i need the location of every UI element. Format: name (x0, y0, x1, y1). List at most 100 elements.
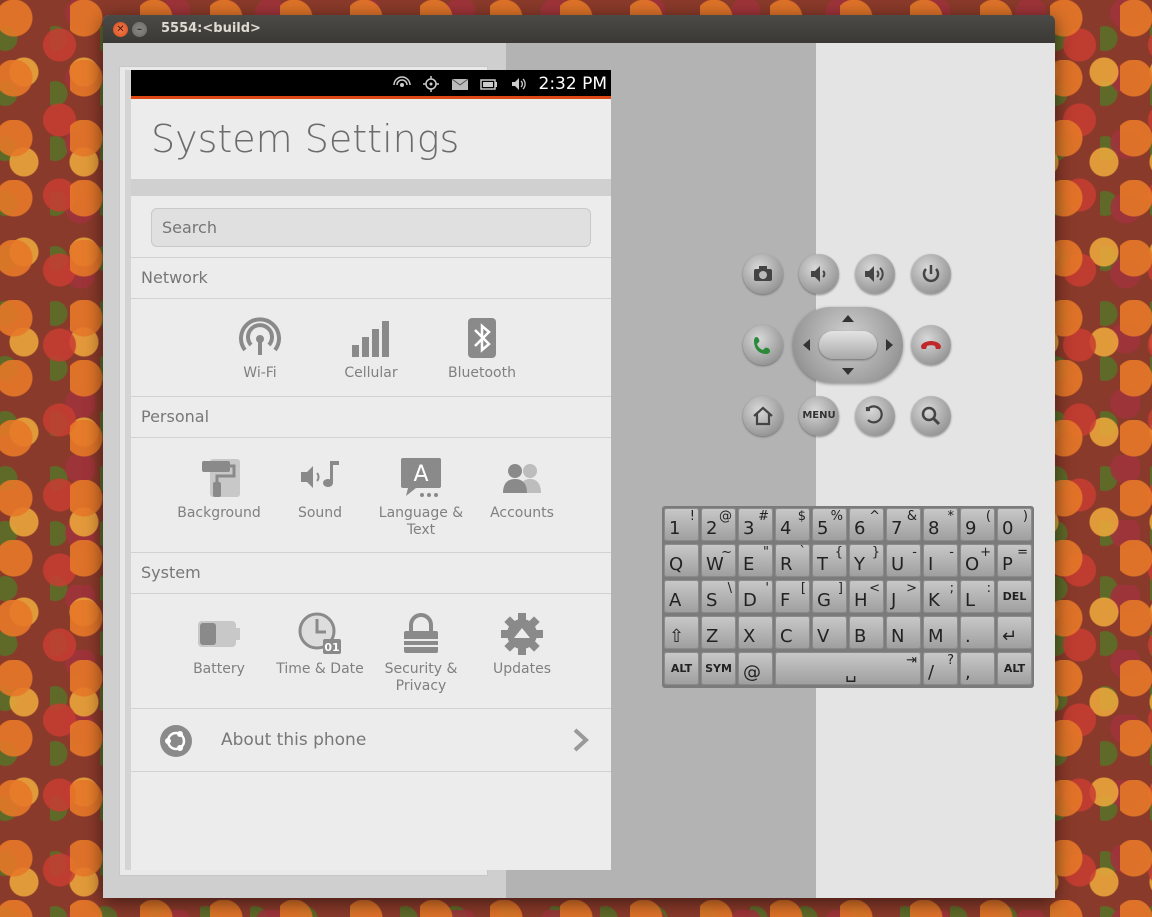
key[interactable]: G] (812, 580, 847, 613)
phone-screen[interactable]: 2:32 PM System Settings Network Wi-Fi Ce… (131, 70, 611, 870)
key[interactable]: K; (923, 580, 958, 613)
key[interactable]: H < (849, 580, 884, 613)
key[interactable]: 3 # (738, 508, 773, 541)
slash-key[interactable]: /? (923, 652, 958, 685)
alt-left-key[interactable]: ALT (664, 652, 699, 685)
call-button[interactable] (743, 325, 783, 365)
volume-down-button[interactable] (799, 254, 839, 294)
dpad-up-icon[interactable] (840, 313, 856, 323)
item-background[interactable]: Background (169, 455, 269, 522)
key[interactable]: 0) (997, 508, 1032, 541)
key[interactable]: Y} (849, 544, 884, 577)
space-key[interactable]: ␣ ⇥ (775, 652, 921, 685)
at-key[interactable]: @ (738, 652, 773, 685)
key[interactable]: T{ (812, 544, 847, 577)
key[interactable]: Z (701, 616, 736, 649)
item-sound[interactable]: Sound (270, 455, 370, 522)
about-this-phone-row[interactable]: About this phone (131, 708, 611, 772)
end-call-button[interactable] (911, 325, 951, 365)
back-button[interactable] (855, 396, 895, 436)
key[interactable]: 1! (664, 508, 699, 541)
search-field[interactable] (151, 208, 591, 247)
item-wifi[interactable]: Wi-Fi (210, 315, 310, 382)
key[interactable]: L: (960, 580, 995, 613)
home-button[interactable] (743, 396, 783, 436)
bluetooth-icon (468, 318, 496, 358)
key[interactable]: I- (923, 544, 958, 577)
key[interactable]: Q (664, 544, 699, 577)
dpad[interactable] (793, 307, 903, 383)
key[interactable]: 6 ^ (849, 508, 884, 541)
sym-key[interactable]: SYM (701, 652, 736, 685)
key[interactable]: V (812, 616, 847, 649)
key-alt-label: ! (689, 509, 695, 524)
key[interactable]: W ~ (701, 544, 736, 577)
key[interactable]: 4 $ (775, 508, 810, 541)
key[interactable]: M (923, 616, 958, 649)
dpad-down-icon[interactable] (840, 367, 856, 377)
key[interactable]: ⇧ (664, 616, 699, 649)
search-input[interactable] (152, 209, 572, 246)
page-header: System Settings (131, 99, 611, 180)
key[interactable]: ↵ (997, 616, 1032, 649)
key[interactable]: 2 @ (701, 508, 736, 541)
item-updates[interactable]: Updates (472, 611, 572, 678)
key-label: V (817, 626, 830, 647)
key-alt-label: ( (985, 509, 991, 524)
key[interactable]: . (960, 616, 995, 649)
key[interactable]: S \ (701, 580, 736, 613)
about-label: About this phone (221, 730, 367, 750)
menu-button[interactable]: MENU (799, 396, 839, 436)
key-alt-label: " (763, 545, 769, 560)
hotspot-icon (393, 76, 411, 87)
key[interactable]: 9( (960, 508, 995, 541)
key-alt-label: ? (947, 653, 954, 668)
key[interactable]: R ` (775, 544, 810, 577)
item-time-date[interactable]: 01 Time & Date (270, 611, 370, 678)
close-window-button[interactable]: ✕ (113, 22, 128, 37)
minimize-window-button[interactable]: – (132, 22, 147, 37)
key[interactable]: O + (960, 544, 995, 577)
item-label: Background (177, 505, 261, 521)
power-button[interactable] (911, 254, 951, 294)
item-bluetooth[interactable]: Bluetooth (432, 315, 532, 382)
item-cellular[interactable]: Cellular (321, 315, 421, 382)
camera-button[interactable] (743, 254, 783, 294)
key[interactable]: A (664, 580, 699, 613)
item-language[interactable]: A Language & Text (371, 455, 471, 539)
accounts-icon (503, 464, 541, 493)
status-bar[interactable]: 2:32 PM (131, 70, 611, 99)
key-alt-label: ^ (869, 509, 880, 524)
paint-roller-icon (202, 459, 240, 497)
item-label: Time & Date (276, 661, 364, 677)
key[interactable]: D ' (738, 580, 773, 613)
clock: 2:32 PM (538, 74, 608, 94)
key[interactable]: C (775, 616, 810, 649)
key[interactable]: 5% (812, 508, 847, 541)
wifi-icon (239, 317, 281, 355)
key[interactable]: 8 * (923, 508, 958, 541)
key[interactable]: E " (738, 544, 773, 577)
section-network: Network (131, 257, 611, 299)
key-alt-label: < (869, 581, 880, 596)
alt-right-key[interactable]: ALT (997, 652, 1032, 685)
key[interactable]: F[ (775, 580, 810, 613)
dpad-right-icon[interactable] (885, 337, 895, 353)
search-button[interactable] (911, 396, 951, 436)
key[interactable]: P = (997, 544, 1032, 577)
key[interactable]: J > (886, 580, 921, 613)
item-accounts[interactable]: Accounts (472, 455, 572, 522)
volume-up-button[interactable] (855, 254, 895, 294)
item-battery[interactable]: Battery (169, 611, 269, 678)
key[interactable]: 7 & (886, 508, 921, 541)
key-alt-label: # (758, 509, 769, 524)
key[interactable]: N (886, 616, 921, 649)
key[interactable]: DEL (997, 580, 1032, 613)
comma-key[interactable]: , (960, 652, 995, 685)
dpad-center-button[interactable] (819, 331, 877, 359)
key[interactable]: X (738, 616, 773, 649)
key[interactable]: B (849, 616, 884, 649)
dpad-left-icon[interactable] (801, 337, 811, 353)
key[interactable]: U- (886, 544, 921, 577)
item-security[interactable]: Security & Privacy (371, 611, 471, 695)
